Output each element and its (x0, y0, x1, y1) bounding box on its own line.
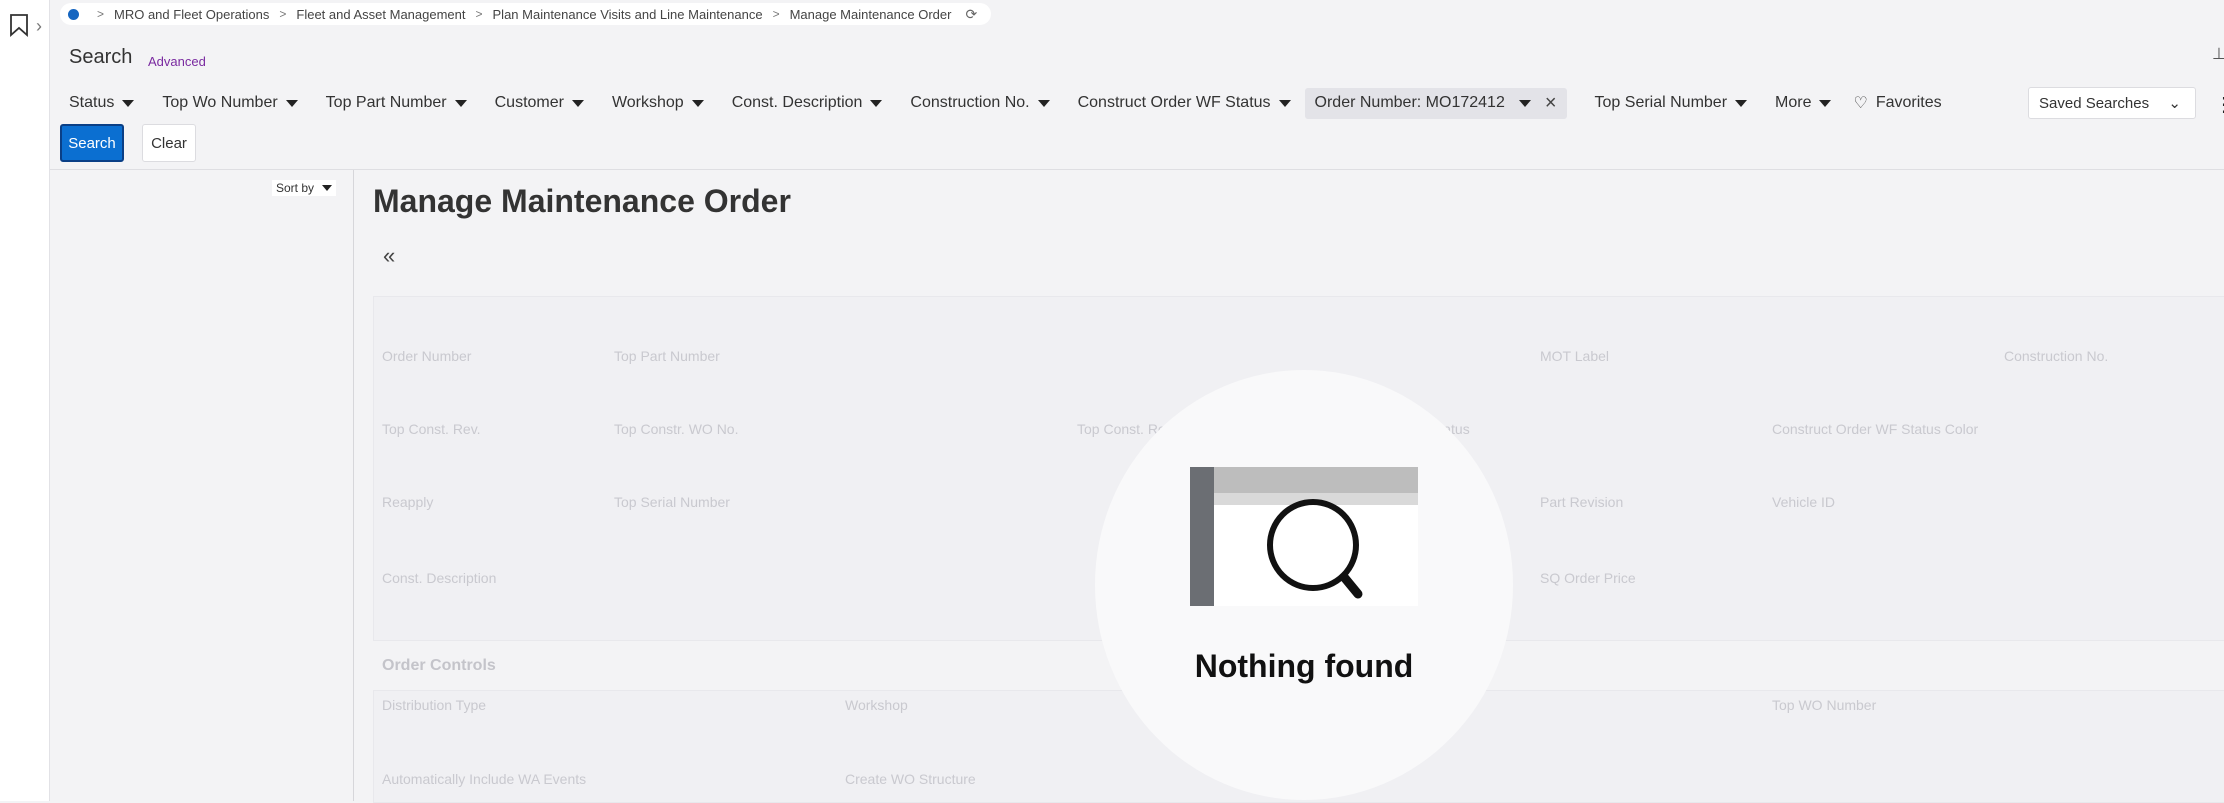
chevron-right-icon: > (97, 7, 105, 21)
field-label: Reapply (382, 494, 434, 510)
caret-down-icon (1735, 99, 1748, 107)
field-label: Top Part Number (614, 348, 720, 364)
filter-bar: Status Top Wo Number Top Part Number Cus… (69, 87, 1970, 119)
caret-down-icon (1037, 99, 1050, 107)
field-label: Top WO Number (1772, 697, 1877, 713)
caret-down-icon (285, 99, 298, 107)
field-label: Top Const. Rev. (382, 421, 481, 437)
filter-label: Construct Order WF Status (1077, 94, 1271, 111)
caret-down-icon (322, 185, 333, 191)
saved-searches-dropdown[interactable]: Saved Searches ⌄ (2028, 87, 2196, 119)
bookmark-icon[interactable] (8, 13, 30, 37)
home-icon[interactable] (68, 8, 79, 20)
filter-top-wo-number[interactable]: Top Wo Number (162, 94, 298, 112)
caret-down-icon (571, 99, 584, 107)
filter-label: Const. Description (731, 94, 863, 111)
field-label: Construct Order WF Status Color (1772, 421, 1979, 437)
filter-label: Status (69, 94, 115, 111)
filter-label: Top Wo Number (162, 94, 278, 111)
field-label: Workshop (845, 697, 908, 713)
field-label: Create WO Structure (845, 771, 976, 787)
left-rail: › (0, 0, 50, 801)
caret-down-icon (1278, 99, 1291, 107)
page-title: Manage Maintenance Order (373, 183, 791, 219)
chevron-right-icon: > (475, 7, 483, 21)
field-label: Distribution Type (382, 697, 487, 713)
filter-customer[interactable]: Customer (495, 94, 584, 112)
clear-button[interactable]: Clear (142, 124, 196, 162)
field-label: Order Number (382, 348, 472, 364)
chip-label: Order Number: MO172412 (1314, 94, 1505, 111)
chevron-right-icon: > (279, 7, 287, 21)
caret-down-icon (1819, 99, 1832, 107)
breadcrumb-item-fleet[interactable]: Fleet and Asset Management (296, 7, 465, 22)
filter-label: Top Serial Number (1594, 94, 1728, 111)
magnifier-illustration-icon (1190, 467, 1418, 606)
field-label: Top Const. Re (1077, 421, 1166, 437)
field-label: SQ Order Price (1540, 570, 1636, 586)
breadcrumb-item-plan[interactable]: Plan Maintenance Visits and Line Mainten… (493, 7, 763, 22)
filter-construction-no[interactable]: Construction No. (910, 94, 1050, 112)
saved-searches-label: Saved Searches (2039, 94, 2150, 112)
filter-top-part-number[interactable]: Top Part Number (326, 94, 467, 112)
filter-chip-order-number[interactable]: Order Number: MO172412 × (1304, 87, 1567, 119)
filter-label: Construction No. (910, 94, 1030, 111)
search-title: Search (69, 46, 133, 68)
field-label: Top Serial Number (614, 494, 730, 510)
chevron-right-icon: > (772, 7, 780, 21)
more-options-icon[interactable]: ⋮ (2214, 92, 2224, 117)
results-list-panel (50, 170, 354, 801)
refresh-icon[interactable]: ⟳ (965, 6, 977, 23)
filter-construct-order-wf-status[interactable]: Construct Order WF Status (1078, 94, 1291, 112)
caret-down-icon (870, 99, 883, 107)
chevron-down-icon: ⌄ (2168, 95, 2181, 112)
search-button[interactable]: Search (60, 124, 124, 162)
caret-down-icon (454, 99, 467, 107)
field-label: Top Constr. WO No. (614, 421, 739, 437)
sort-by-button[interactable]: Sort by (272, 180, 337, 196)
field-label: MOT Label (1540, 348, 1609, 364)
field-label: Part Revision (1540, 494, 1624, 510)
field-label: Automatically Include WA Events (382, 771, 587, 787)
filter-label: Top Part Number (325, 94, 447, 111)
filter-label: Customer (494, 94, 564, 111)
filter-more[interactable]: More (1775, 94, 1832, 112)
empty-state-message: Nothing found (1194, 648, 1414, 684)
filter-label: More (1775, 94, 1812, 111)
filter-const-description[interactable]: Const. Description (732, 94, 883, 112)
close-icon[interactable]: × (1545, 92, 1557, 115)
filter-label: Workshop (611, 94, 684, 111)
advanced-search-link[interactable]: Advanced (148, 54, 206, 69)
caret-down-icon (122, 99, 135, 107)
favorites-button[interactable]: ♡ Favorites (1853, 93, 1941, 113)
breadcrumb-item-mro[interactable]: MRO and Fleet Operations (114, 7, 269, 22)
field-label: Vehicle ID (1772, 494, 1836, 510)
sort-by-label: Sort by (276, 181, 315, 195)
chevron-right-icon[interactable]: › (36, 16, 42, 37)
favorites-label: Favorites (1875, 94, 1942, 111)
heart-icon: ♡ (1853, 95, 1868, 112)
section-heading: Order Controls (382, 657, 496, 674)
collapse-panel-icon[interactable]: « (383, 243, 395, 269)
pin-icon[interactable]: ⊥ (2212, 44, 2224, 64)
field-label: Const. Description (382, 570, 497, 586)
breadcrumb: > MRO and Fleet Operations > Fleet and A… (60, 3, 992, 25)
caret-down-icon[interactable] (1518, 99, 1531, 107)
divider (50, 169, 2224, 170)
filter-status[interactable]: Status (69, 94, 135, 112)
breadcrumb-item-current: Manage Maintenance Order (789, 6, 952, 22)
filter-top-serial-number[interactable]: Top Serial Number (1595, 94, 1748, 112)
caret-down-icon (691, 99, 704, 107)
field-label: Construction No. (2004, 348, 2109, 364)
filter-workshop[interactable]: Workshop (612, 94, 704, 112)
